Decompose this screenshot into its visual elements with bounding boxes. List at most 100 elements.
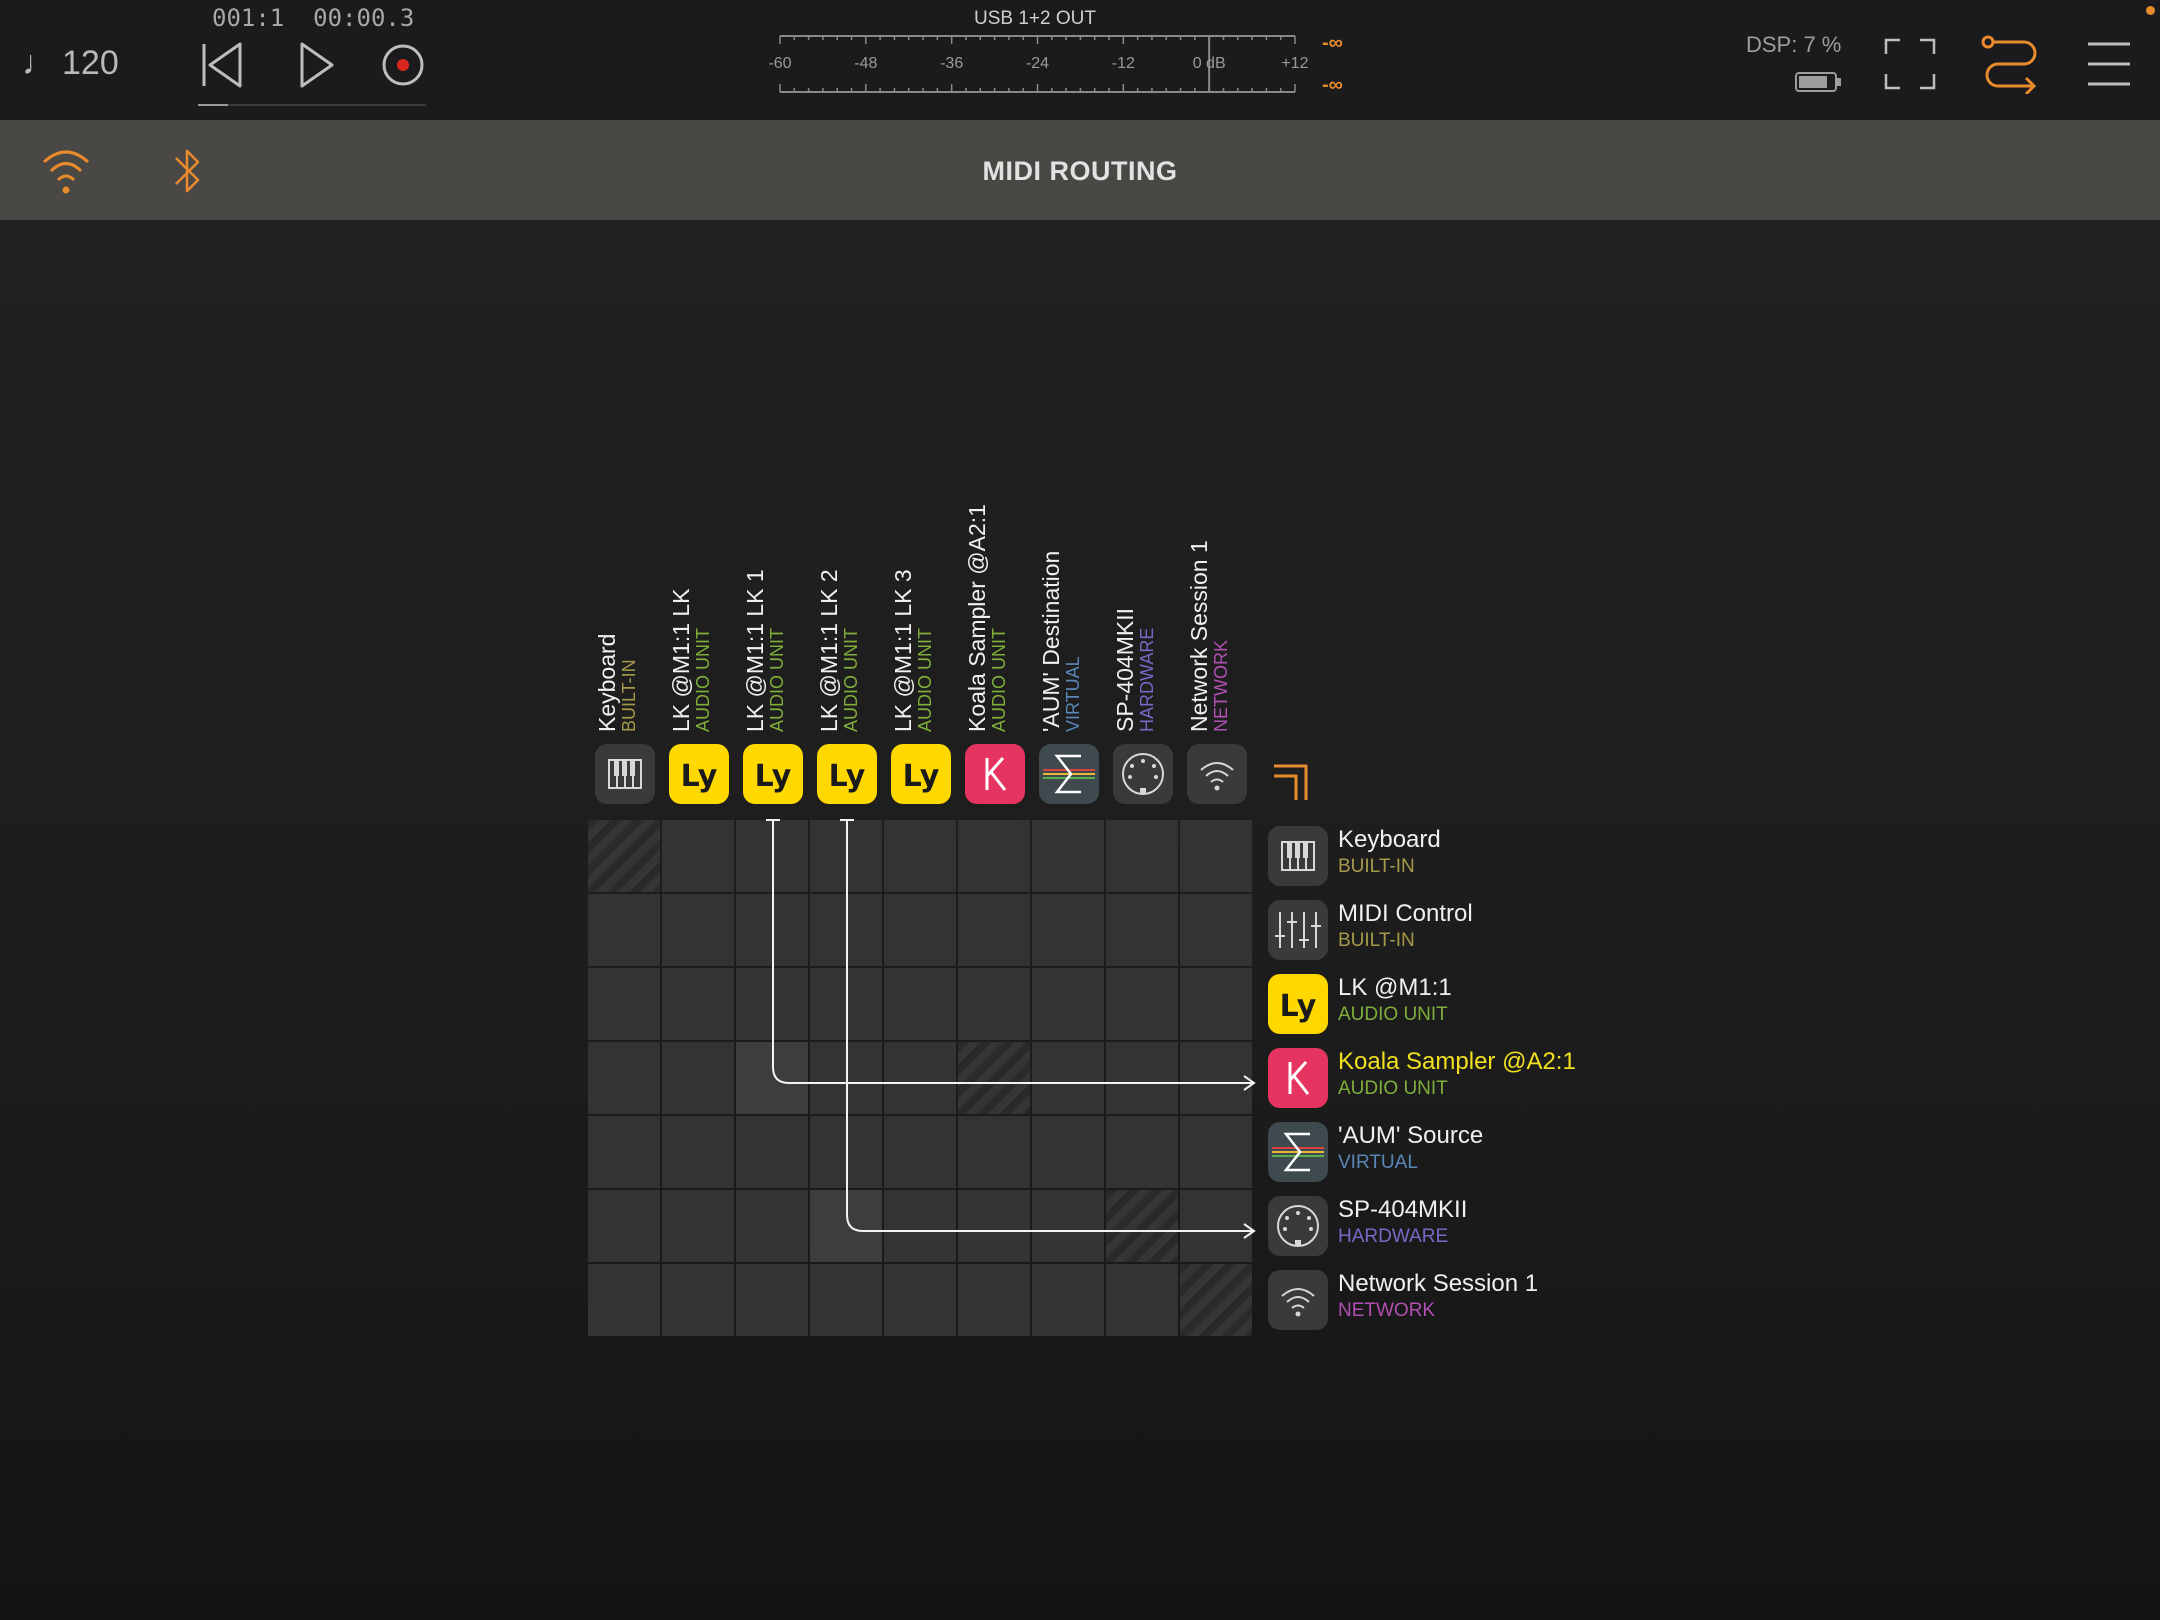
routing-cell[interactable] [588, 894, 660, 966]
routing-cell[interactable] [1106, 1264, 1178, 1336]
routing-cell[interactable] [588, 1264, 660, 1336]
routing-cell[interactable] [810, 1042, 882, 1114]
status-dot [2146, 6, 2155, 15]
routing-cell[interactable] [810, 820, 882, 892]
corner-toggle-icon[interactable] [1272, 762, 1312, 802]
routing-cell[interactable] [1180, 1264, 1252, 1336]
row-name: SP-404MKII [1338, 1196, 1468, 1223]
routing-cell[interactable] [1180, 968, 1252, 1040]
routing-cell[interactable] [736, 1116, 808, 1188]
routing-cell[interactable] [736, 968, 808, 1040]
routing-cell[interactable] [884, 894, 956, 966]
column-name: LK @M1:1 LK 1 [742, 569, 768, 732]
routing-cell[interactable] [958, 820, 1030, 892]
routing-cell[interactable] [736, 1264, 808, 1336]
routing-cell[interactable] [1032, 894, 1104, 966]
routing-cell[interactable] [662, 894, 734, 966]
routing-cell[interactable] [662, 1042, 734, 1114]
routing-cell[interactable] [588, 1042, 660, 1114]
row-destination[interactable]: Ly LK @M1:1 AUDIO UNIT [1268, 966, 1788, 1040]
routing-cell[interactable] [810, 968, 882, 1040]
network-wifi-icon[interactable] [1187, 744, 1247, 804]
midi-din-icon[interactable] [1113, 744, 1173, 804]
routing-cell[interactable] [736, 820, 808, 892]
fullscreen-icon[interactable] [1884, 38, 1936, 90]
routing-cell[interactable] [810, 1264, 882, 1336]
routing-cell[interactable] [588, 820, 660, 892]
rewind-button[interactable] [196, 40, 256, 92]
routing-cell[interactable] [884, 1116, 956, 1188]
column-type: AUDIO UNIT [989, 627, 1009, 732]
routing-cell[interactable] [1180, 1116, 1252, 1188]
routing-cell[interactable] [884, 1190, 956, 1262]
svg-text:Ly: Ly [681, 759, 718, 794]
routing-cell[interactable] [958, 1042, 1030, 1114]
midi-routing-icon[interactable] [1980, 34, 2040, 94]
routing-cell[interactable] [1180, 820, 1252, 892]
routing-cell[interactable] [810, 1116, 882, 1188]
routing-cell[interactable] [810, 1190, 882, 1262]
routing-cell[interactable] [884, 1264, 956, 1336]
routing-cell[interactable] [1106, 1042, 1178, 1114]
row-destination[interactable]: Network Session 1 NETWORK [1268, 1262, 1788, 1336]
routing-cell[interactable] [662, 1116, 734, 1188]
column-label: Keyboard BUILT-IN [594, 634, 640, 732]
routing-cell[interactable] [1106, 968, 1178, 1040]
routing-cell[interactable] [1106, 894, 1178, 966]
routing-cell[interactable] [1106, 820, 1178, 892]
row-destination[interactable]: Koala Sampler @A2:1 AUDIO UNIT [1268, 1040, 1788, 1114]
play-button[interactable] [294, 40, 354, 92]
lk-app-icon[interactable]: Ly [891, 744, 951, 804]
meter-label: -36 [940, 55, 964, 72]
record-icon [382, 44, 424, 86]
routing-cell[interactable] [1106, 1190, 1178, 1262]
routing-cell[interactable] [1032, 1190, 1104, 1262]
routing-cell[interactable] [588, 968, 660, 1040]
routing-cell[interactable] [1032, 1042, 1104, 1114]
routing-cell[interactable] [1180, 894, 1252, 966]
routing-cell[interactable] [958, 1264, 1030, 1336]
routing-cell[interactable] [662, 1264, 734, 1336]
routing-cell[interactable] [884, 820, 956, 892]
routing-cell[interactable] [810, 894, 882, 966]
routing-cell[interactable] [884, 968, 956, 1040]
routing-cell[interactable] [1032, 1116, 1104, 1188]
record-button[interactable] [378, 40, 438, 92]
row-destination[interactable]: Keyboard BUILT-IN [1268, 818, 1788, 892]
row-destination[interactable]: SP-404MKII HARDWARE [1268, 1188, 1788, 1262]
routing-cell[interactable] [662, 820, 734, 892]
routing-cell[interactable] [588, 1190, 660, 1262]
routing-cell[interactable] [1032, 1264, 1104, 1336]
routing-cell[interactable] [884, 1042, 956, 1114]
routing-cell[interactable] [958, 894, 1030, 966]
routing-cell[interactable] [662, 968, 734, 1040]
routing-cell[interactable] [1106, 1116, 1178, 1188]
routing-cell[interactable] [958, 1190, 1030, 1262]
timecode-display: 001:1 00:00.3 [212, 4, 415, 32]
routing-cell[interactable] [588, 1116, 660, 1188]
routing-cell[interactable] [1180, 1042, 1252, 1114]
tempo-display[interactable]: ♩ 120 [22, 44, 119, 83]
svg-text:Ly: Ly [755, 759, 792, 794]
routing-cell[interactable] [958, 1116, 1030, 1188]
lk-app-icon[interactable]: Ly [817, 744, 877, 804]
row-type: NETWORK [1338, 1300, 1436, 1321]
aum-sigma-icon[interactable] [1039, 744, 1099, 804]
row-destination[interactable]: MIDI Control BUILT-IN [1268, 892, 1788, 966]
playhead-progress[interactable] [198, 104, 426, 106]
routing-cell[interactable] [958, 968, 1030, 1040]
piano-keys-icon[interactable] [595, 744, 655, 804]
routing-cell[interactable] [1180, 1190, 1252, 1262]
lk-app-icon[interactable]: Ly [669, 744, 729, 804]
routing-cell[interactable] [1032, 820, 1104, 892]
routing-cell[interactable] [1032, 968, 1104, 1040]
routing-cell[interactable] [736, 894, 808, 966]
koala-app-icon[interactable] [965, 744, 1025, 804]
menu-icon[interactable] [2084, 38, 2134, 90]
row-destination[interactable]: 'AUM' Source VIRTUAL [1268, 1114, 1788, 1188]
lk-app-icon[interactable]: Ly [743, 744, 803, 804]
routing-cell[interactable] [662, 1190, 734, 1262]
routing-cell[interactable] [736, 1190, 808, 1262]
routing-cell[interactable] [736, 1042, 808, 1114]
quarter-note-icon: ♩ [22, 44, 56, 82]
